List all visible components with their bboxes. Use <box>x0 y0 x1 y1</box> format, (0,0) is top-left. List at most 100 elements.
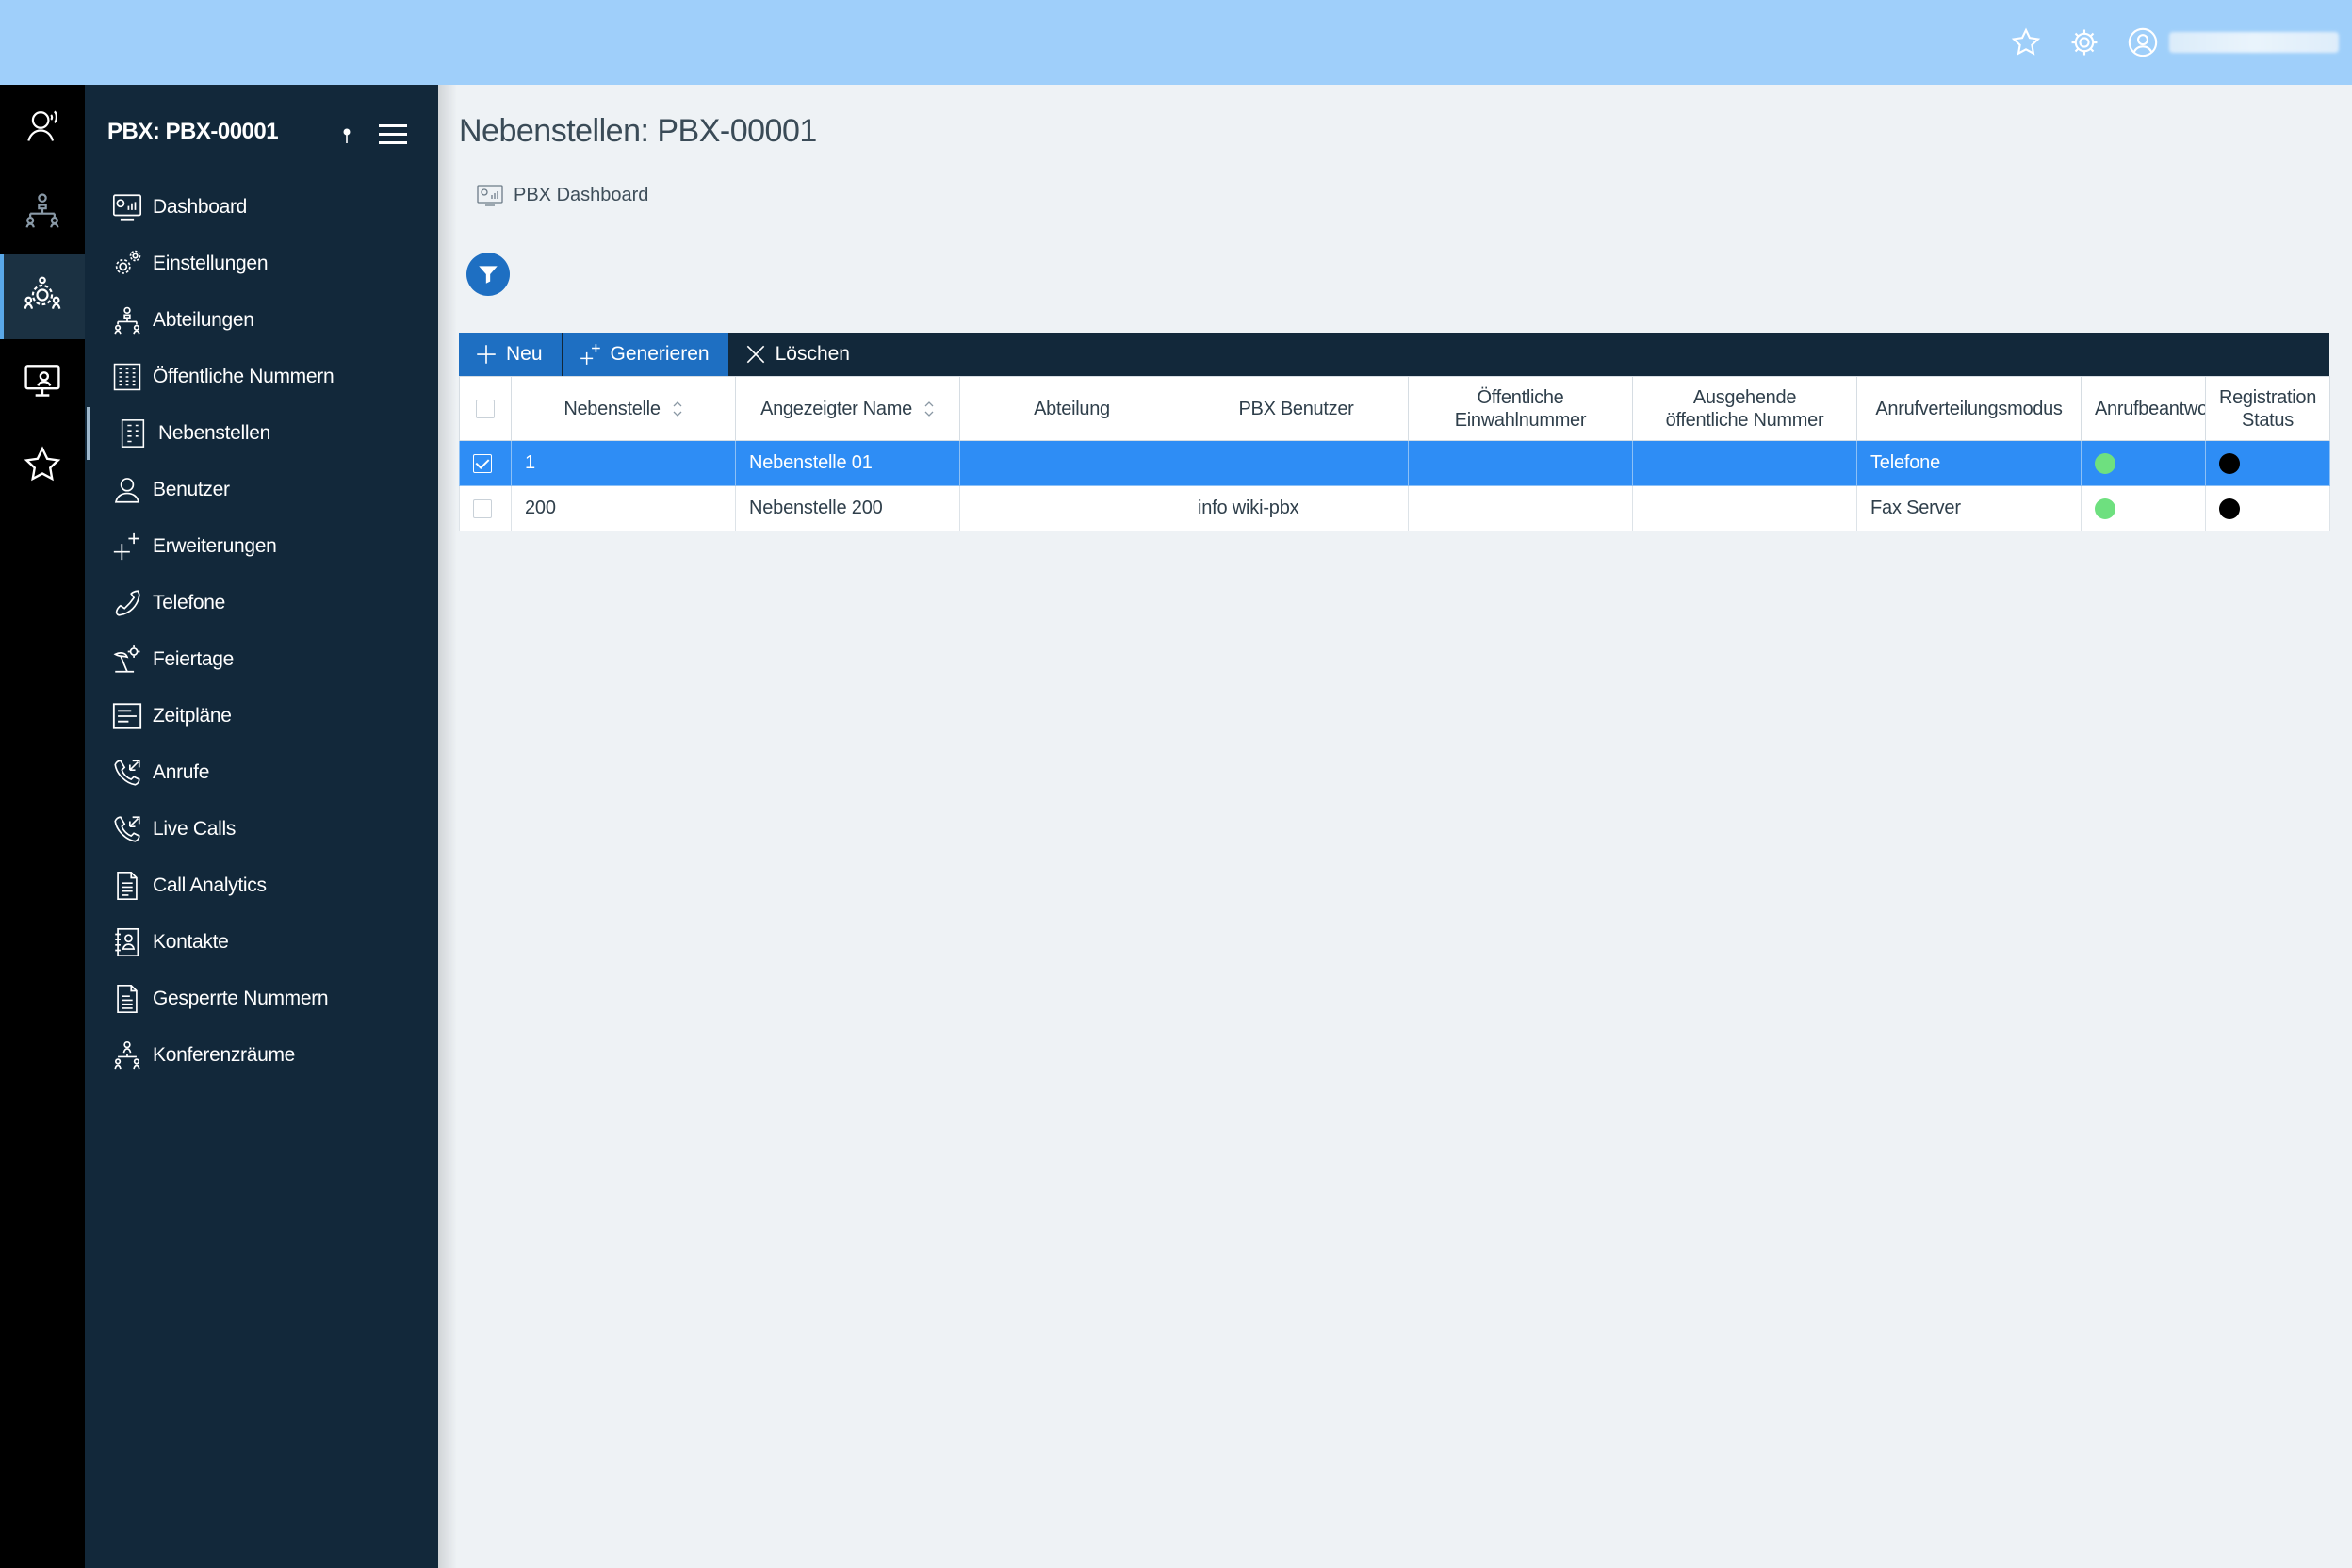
generate-button[interactable]: Generieren <box>561 333 728 376</box>
pbx-sidebar: PBX: PBX-00001 Dashboard Einstellungen A… <box>85 85 438 1568</box>
sidebar-item-oeffentliche-nummern[interactable]: Öffentliche Nummern <box>85 349 438 405</box>
blocked-doc-icon <box>111 983 143 1015</box>
sidebar-item-label: Anrufe <box>153 761 210 783</box>
sidebar-item-benutzer[interactable]: Benutzer <box>85 462 438 518</box>
sidebar-item-label: Benutzer <box>153 479 230 500</box>
sort-icon[interactable] <box>672 400 683 418</box>
sidebar-item-label: Call Analytics <box>153 874 267 896</box>
column-header-voicemail[interactable]: Anrufbeantworter <box>2081 376 2206 441</box>
sidebar-item-label: Erweiterungen <box>153 535 277 557</box>
sort-icon[interactable] <box>923 400 935 418</box>
column-header-department[interactable]: Abteilung <box>959 376 1184 441</box>
column-header-registration[interactable]: Registration Status <box>2205 376 2330 441</box>
cell-voicemail <box>2081 440 2206 486</box>
column-header-extension[interactable]: Nebenstelle <box>511 376 736 441</box>
user-name-redacted[interactable] <box>2169 32 2339 53</box>
sidebar-item-label: Abteilungen <box>153 309 254 331</box>
column-header-label: Ausgehende öffentliche Nummer <box>1665 386 1824 431</box>
sidebar-item-label: Öffentliche Nummern <box>153 366 335 387</box>
cell-department <box>959 485 1184 531</box>
rail-item-organization[interactable] <box>0 170 85 254</box>
sidebar-item-live-calls[interactable]: Live Calls <box>85 801 438 858</box>
org-chart-icon <box>22 189 63 236</box>
breadcrumb[interactable]: PBX Dashboard <box>476 183 648 207</box>
settings-gear-icon[interactable] <box>2066 24 2103 61</box>
sidebar-item-label: Telefone <box>153 592 225 613</box>
sidebar-item-dashboard[interactable]: Dashboard <box>85 179 438 236</box>
sidebar-item-label: Dashboard <box>153 196 248 218</box>
pin-icon[interactable] <box>341 126 352 147</box>
sidebar-menu: Dashboard Einstellungen Abteilungen Öffe… <box>85 179 438 1084</box>
rail-item-support[interactable] <box>0 85 85 170</box>
generate-button-label: Generieren <box>610 343 710 365</box>
sidebar-item-zeitplaene[interactable]: Zeitpläne <box>85 688 438 744</box>
sidebar-item-nebenstellen[interactable]: Nebenstellen <box>85 405 438 462</box>
column-header-outgoing-public[interactable]: Ausgehende öffentliche Nummer <box>1632 376 1857 441</box>
sidebar-item-abteilungen[interactable]: Abteilungen <box>85 292 438 349</box>
cell-extension: 200 <box>511 485 736 531</box>
contact-book-icon <box>111 926 143 958</box>
sidebar-item-label: Nebenstellen <box>158 422 270 444</box>
sidebar-item-kontakte[interactable]: Kontakte <box>85 914 438 971</box>
star-icon <box>22 444 63 490</box>
sidebar-item-einstellungen[interactable]: Einstellungen <box>85 236 438 292</box>
rail-item-monitor[interactable] <box>0 339 85 424</box>
rail-item-favorites[interactable] <box>0 424 85 509</box>
cell-department <box>959 440 1184 486</box>
top-bar <box>0 0 2352 85</box>
select-all-checkbox[interactable] <box>476 400 495 419</box>
sidebar-item-label: Einstellungen <box>153 253 269 274</box>
filter-button[interactable] <box>466 253 510 296</box>
sidebar-item-call-analytics[interactable]: Call Analytics <box>85 858 438 914</box>
sidebar-item-feiertage[interactable]: Feiertage <box>85 631 438 688</box>
app-rail <box>0 85 85 1568</box>
sidebar-title: PBX: PBX-00001 <box>107 119 279 144</box>
sidebar-item-gesperrte-nummern[interactable]: Gesperrte Nummern <box>85 971 438 1027</box>
select-all-header[interactable] <box>459 376 512 441</box>
sidebar-item-label: Live Calls <box>153 818 237 840</box>
beach-icon <box>111 644 143 676</box>
new-button-label: Neu <box>506 343 543 365</box>
column-header-label: Anrufverteilungsmodus <box>1875 398 2063 419</box>
filter-icon <box>479 266 498 284</box>
cell-display-name: Nebenstelle 200 <box>735 485 960 531</box>
delete-button[interactable]: Löschen <box>728 333 869 376</box>
report-icon <box>111 870 143 902</box>
table-row[interactable]: 1 Nebenstelle 01 Telefone <box>459 440 2330 486</box>
org-chart-icon <box>111 304 143 336</box>
monitor-user-icon <box>22 359 63 405</box>
column-header-pbx-user[interactable]: PBX Benutzer <box>1184 376 1409 441</box>
column-header-display-name[interactable]: Angezeigter Name <box>735 376 960 441</box>
close-icon <box>746 345 764 364</box>
sidebar-item-konferenzraeume[interactable]: Konferenzräume <box>85 1027 438 1084</box>
call-arrows-icon <box>111 757 143 789</box>
cell-pbx-user <box>1184 440 1409 486</box>
rail-item-pbx[interactable] <box>0 254 85 339</box>
table-row[interactable]: 200 Nebenstelle 200 info wiki-pbx Fax Se… <box>459 485 2330 531</box>
sidebar-item-label: Kontakte <box>153 931 229 953</box>
row-select-cell[interactable] <box>459 485 512 531</box>
schedule-icon <box>111 700 143 732</box>
plus-sparkle-icon <box>111 531 143 563</box>
favorites-star-icon[interactable] <box>2007 24 2045 61</box>
extension-icon <box>117 417 149 449</box>
column-header-public-dialin[interactable]: Öffentliche Einwahlnummer <box>1408 376 1633 441</box>
row-checkbox[interactable] <box>473 453 492 473</box>
headset-user-icon <box>22 105 63 151</box>
top-bar-actions <box>2007 0 2352 85</box>
sidebar-item-telefone[interactable]: Telefone <box>85 575 438 631</box>
sidebar-item-anrufe[interactable]: Anrufe <box>85 744 438 801</box>
column-header-label: Registration Status <box>2218 386 2317 431</box>
sidebar-item-erweiterungen[interactable]: Erweiterungen <box>85 518 438 575</box>
hamburger-menu-icon[interactable] <box>379 124 407 145</box>
sidebar-item-label: Konferenzräume <box>153 1044 296 1066</box>
row-select-cell[interactable] <box>459 440 512 486</box>
column-header-distribution-mode[interactable]: Anrufverteilungsmodus <box>1856 376 2082 441</box>
new-button[interactable]: Neu <box>459 333 562 376</box>
column-header-label: Öffentliche Einwahlnummer <box>1454 386 1587 431</box>
user-icon[interactable] <box>2124 24 2162 61</box>
row-checkbox[interactable] <box>473 498 492 518</box>
page-title: Nebenstellen: PBX-00001 <box>459 113 817 149</box>
cell-display-name: Nebenstelle 01 <box>735 440 960 486</box>
cell-pbx-user: info wiki-pbx <box>1184 485 1409 531</box>
